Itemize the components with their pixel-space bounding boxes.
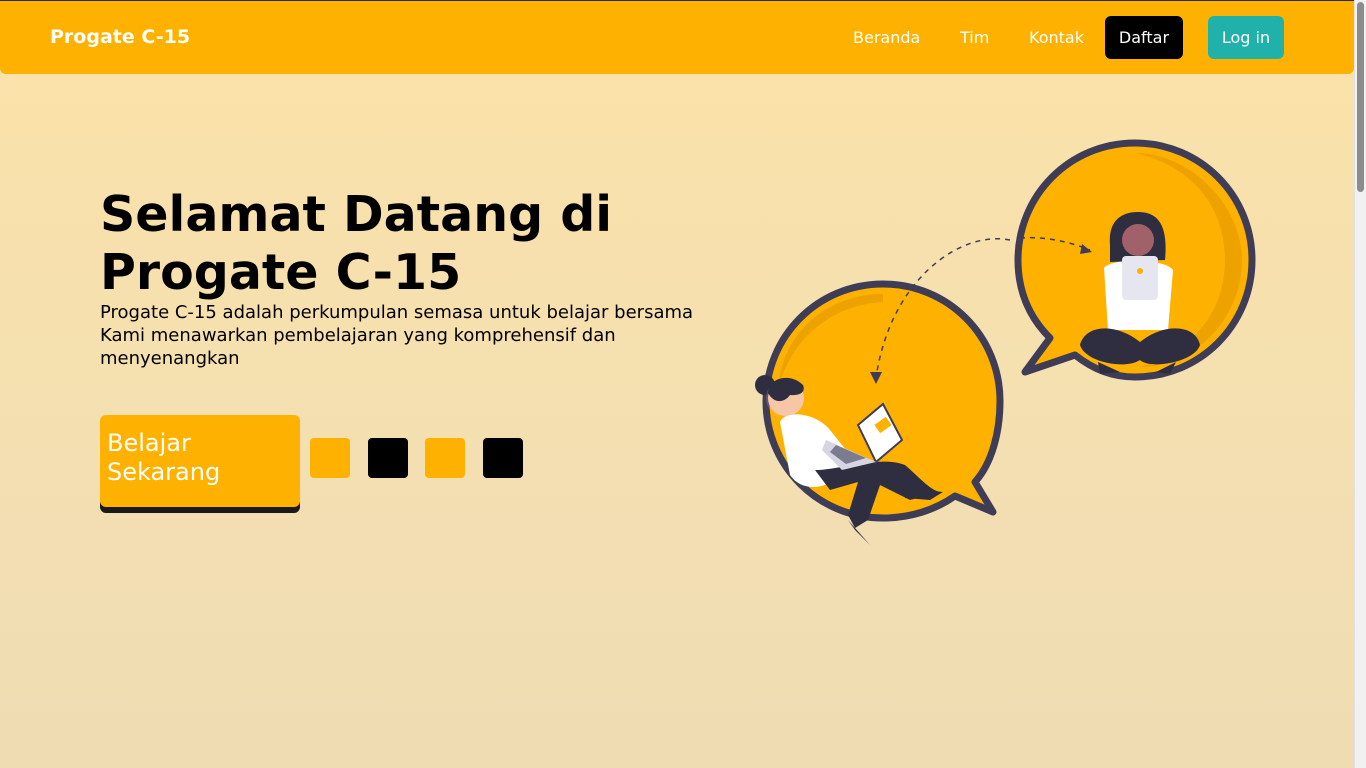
hero-description-line-1: Progate C-15 adalah perkumpulan semasa u…	[100, 302, 694, 323]
hero-illustration	[755, 139, 1256, 545]
scrollbar-thumb[interactable]	[1357, 2, 1364, 192]
login-button[interactable]: Log in	[1208, 16, 1284, 59]
hero-description: Progate C-15 adalah perkumpulan semasa u…	[100, 301, 740, 370]
nav-link-kontak[interactable]: Kontak	[1029, 28, 1084, 48]
decor-square-yellow	[425, 438, 465, 478]
hero-description-line-2: Kami menawarkan pembelajaran yang kompre…	[100, 325, 616, 369]
nav-link-beranda[interactable]: Beranda	[853, 28, 920, 48]
learn-now-button[interactable]: Belajar Sekarang	[100, 415, 300, 507]
page-scrollbar[interactable]	[1354, 0, 1366, 768]
nav-link-tim[interactable]: Tim	[960, 28, 989, 48]
hero-title: Selamat Datang di Progate C-15	[100, 186, 613, 301]
brand-logo[interactable]: Progate C-15	[50, 26, 190, 48]
navbar: Progate C-15 Beranda Tim Kontak Daftar L…	[0, 1, 1354, 74]
decor-square-black	[368, 438, 408, 478]
decor-square-yellow	[310, 438, 350, 478]
signup-button[interactable]: Daftar	[1105, 16, 1183, 59]
decor-square-black	[483, 438, 523, 478]
